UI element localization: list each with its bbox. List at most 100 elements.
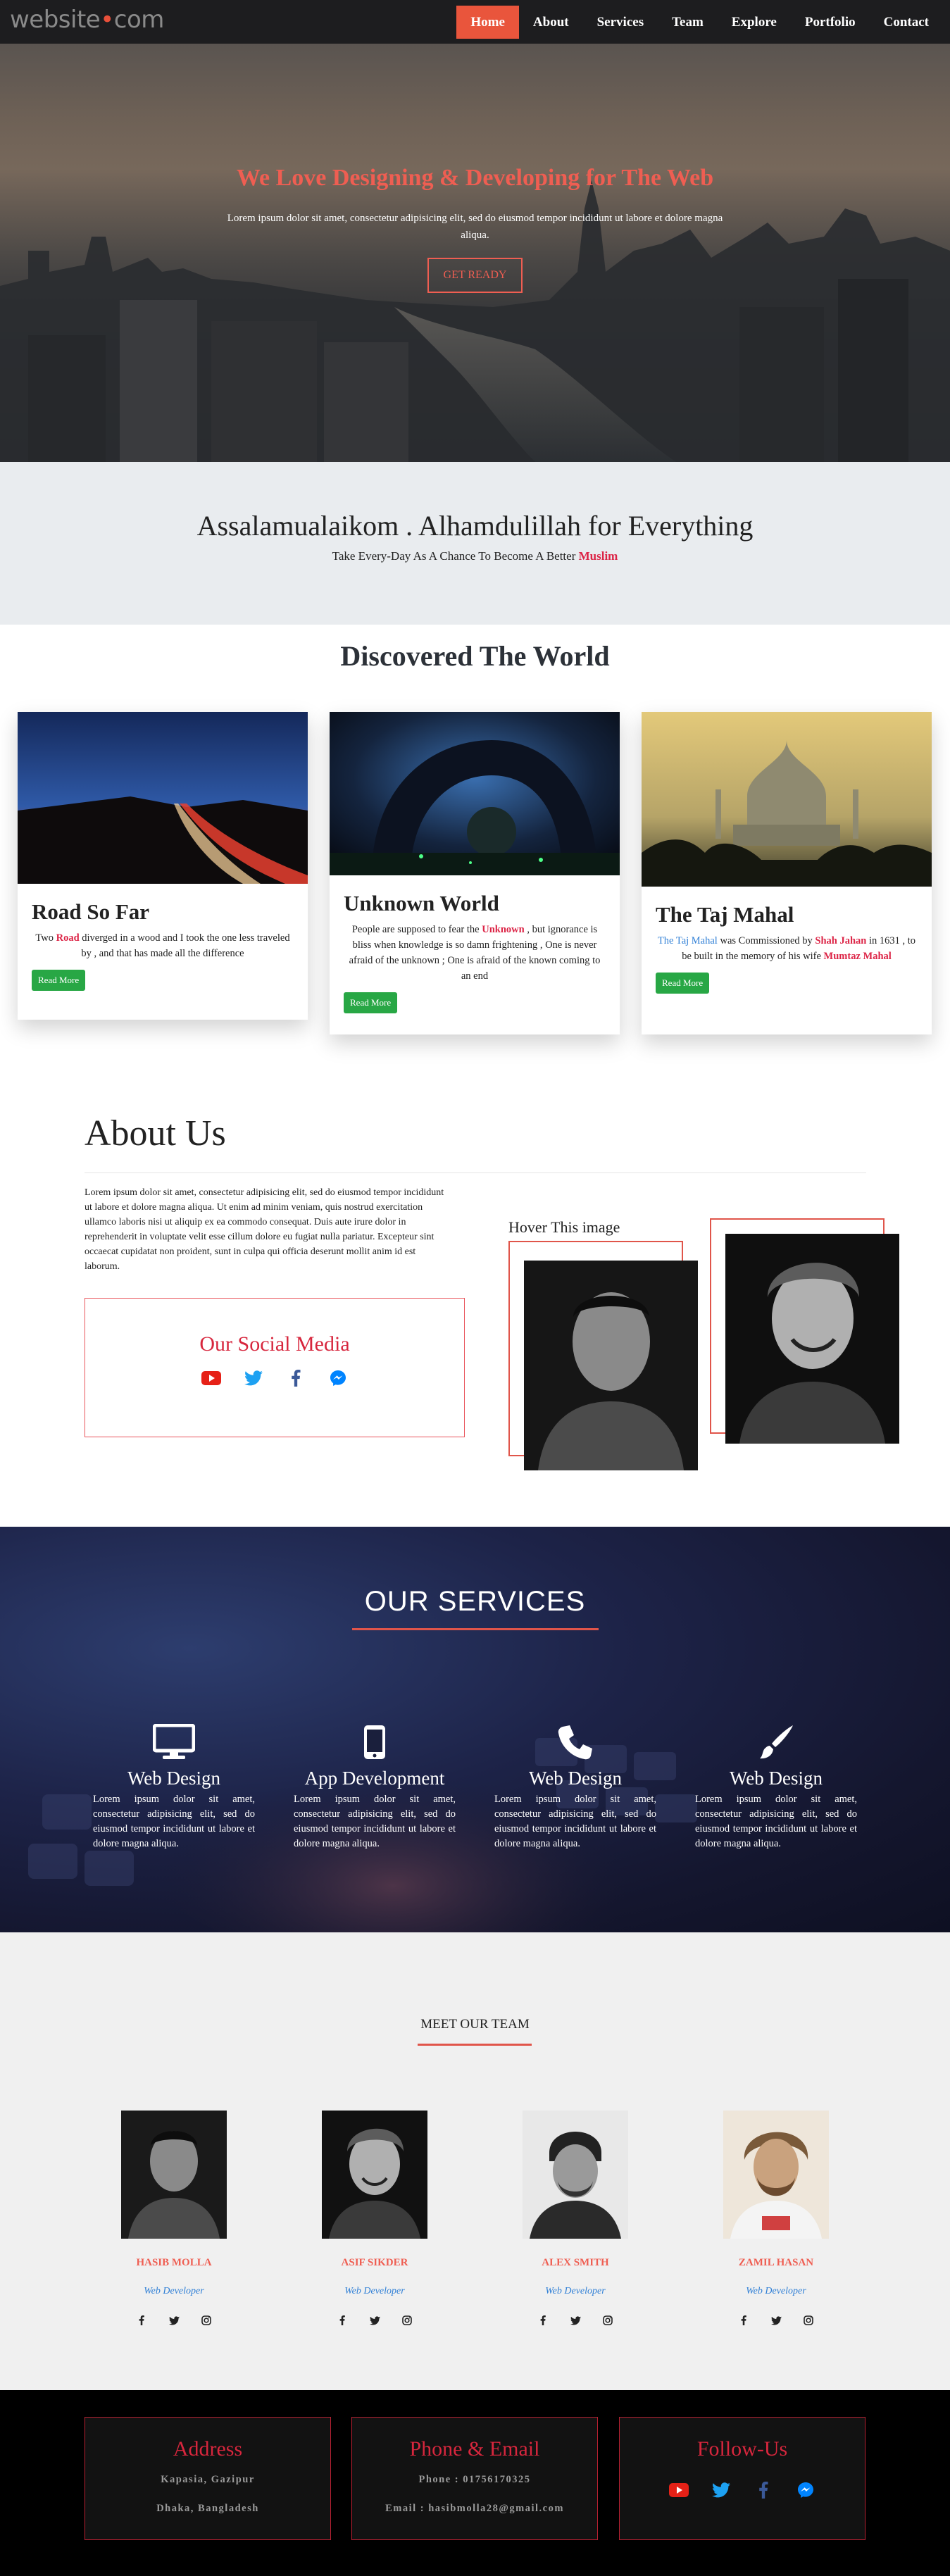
service-text: Lorem ipsum dolor sit amet, consectetur …: [494, 1794, 656, 1849]
read-more-button[interactable]: Read More: [32, 970, 86, 991]
facebook-icon[interactable]: [336, 2314, 349, 2327]
facebook-icon[interactable]: [537, 2314, 549, 2327]
member-photo: [121, 2111, 227, 2239]
facebook-icon[interactable]: [737, 2314, 750, 2327]
nav-explore[interactable]: Explore: [718, 6, 791, 39]
card-taj-text-a: was Commissioned by: [717, 935, 815, 946]
footer: Address Kapasia, Gazipur Dhaka, Banglade…: [0, 2390, 950, 2576]
address-line-2: Dhaka, Bangladesh: [156, 2503, 259, 2514]
about-text: Lorem ipsum dolor sit amet, consectetur …: [85, 1187, 444, 1272]
card-road-title: Road So Far: [32, 899, 150, 924]
member-name: HASIB MOLLA: [136, 2257, 212, 2268]
member-social-icons: [297, 2314, 452, 2327]
twitter-icon[interactable]: [569, 2314, 582, 2327]
service-title: App Development: [304, 1768, 445, 1789]
card-road-text-a: Two: [35, 932, 56, 944]
team-title: MEET OUR TEAM: [420, 2017, 530, 2032]
services-title: OUR SERVICES: [364, 1586, 586, 1617]
card-taj-title: The Taj Mahal: [656, 902, 794, 927]
twitter-icon[interactable]: [711, 2481, 732, 2499]
service-title: Web Design: [127, 1768, 221, 1789]
service-text: Lorem ipsum dolor sit amet, consectetur …: [294, 1794, 456, 1849]
social-title: Our Social Media: [199, 1332, 350, 1356]
messenger-icon[interactable]: [795, 2481, 816, 2499]
card-road-text-b: diverged in a wood and I took the one le…: [79, 932, 290, 959]
social-icons: [85, 1369, 464, 1387]
hero-section: We Love Designing & Developing for The W…: [0, 44, 950, 462]
facebook-icon[interactable]: [753, 2481, 774, 2499]
nav-home[interactable]: Home: [456, 6, 519, 39]
taj-mahal-image: [642, 712, 932, 887]
facebook-icon[interactable]: [135, 2314, 148, 2327]
follow-title: Follow-Us: [696, 2437, 788, 2461]
greeting-title: Assalamualaikom . Alhamdulillah for Ever…: [196, 510, 754, 542]
card-taj-link[interactable]: The Taj Mahal: [658, 935, 718, 946]
address-title: Address: [173, 2437, 243, 2461]
instagram-icon[interactable]: [401, 2314, 413, 2327]
greeting-subtitle: Take Every-Day As A Chance To Become A B…: [0, 549, 950, 563]
card-unknown-text: People are supposed to fear the Unknown …: [330, 922, 620, 984]
team-member: ZAMIL HASAN Web Developer: [699, 2111, 854, 2327]
hero-subtitle: Lorem ipsum dolor sit amet, consectetur …: [227, 213, 723, 241]
member-role: Web Developer: [144, 2286, 204, 2296]
phone-number[interactable]: Phone : 01756170325: [352, 2474, 597, 2486]
get-ready-button[interactable]: GET READY: [427, 258, 523, 293]
messenger-icon[interactable]: [327, 1369, 349, 1387]
twitter-icon[interactable]: [243, 1369, 264, 1387]
instagram-icon[interactable]: [601, 2314, 614, 2327]
member-social-icons: [96, 2314, 251, 2327]
greeting-section: Assalamualaikom . Alhamdulillah for Ever…: [0, 462, 950, 625]
nav-services[interactable]: Services: [583, 6, 658, 39]
member-name: ALEX SMITH: [542, 2257, 609, 2268]
twitter-icon[interactable]: [368, 2314, 381, 2327]
youtube-icon[interactable]: [668, 2481, 689, 2499]
phone-icon: [494, 1718, 656, 1761]
road-image: [18, 712, 308, 884]
desktop-icon: [93, 1718, 255, 1761]
top-navbar: website•com Home About Services Team Exp…: [0, 0, 950, 44]
nav-portfolio[interactable]: Portfolio: [791, 6, 870, 39]
member-role: Web Developer: [746, 2286, 806, 2296]
social-media-box: Our Social Media: [85, 1298, 465, 1437]
about-photo-right[interactable]: [725, 1234, 899, 1444]
address-line-1: Kapasia, Gazipur: [161, 2474, 255, 2485]
card-taj-highlight: Shah Jahan: [815, 935, 867, 946]
member-photo: [523, 2111, 628, 2239]
about-photo-left[interactable]: [524, 1261, 698, 1470]
nav-menu: Home About Services Team Explore Portfol…: [456, 6, 943, 39]
card-taj-highlight-2: Mumtaz Mahal: [823, 951, 892, 962]
email-address[interactable]: Email : hasibmolla28@gmail.com: [352, 2503, 597, 2515]
discover-title: Discovered The World: [340, 640, 610, 672]
twitter-icon[interactable]: [770, 2314, 782, 2327]
youtube-icon[interactable]: [201, 1369, 222, 1387]
member-role: Web Developer: [545, 2286, 606, 2296]
twitter-icon[interactable]: [168, 2314, 180, 2327]
instagram-icon[interactable]: [802, 2314, 815, 2327]
footer-social-icons: [620, 2481, 865, 2499]
site-logo[interactable]: website•com: [10, 6, 164, 34]
card-unknown-title: Unknown World: [344, 891, 499, 915]
greeting-subtitle-text: Take Every-Day As A Chance To Become A B…: [332, 549, 579, 563]
facebook-icon[interactable]: [285, 1369, 306, 1387]
team-section: MEET OUR TEAM HASIB MOLLA Web Developer …: [0, 1932, 950, 2390]
instagram-icon[interactable]: [200, 2314, 213, 2327]
nav-about[interactable]: About: [519, 6, 583, 39]
member-name: ZAMIL HASAN: [738, 2257, 814, 2268]
service-title: Web Design: [729, 1768, 823, 1789]
read-more-button[interactable]: Read More: [656, 973, 710, 994]
logo-main: website: [10, 6, 101, 34]
services-underline: [352, 1628, 599, 1630]
card-unknown-text-a: People are supposed to fear the: [351, 924, 482, 935]
card-taj: The Taj Mahal The Taj Mahal was Commissi…: [642, 712, 932, 1034]
contact-box: Phone & Email Phone : 01756170325 Email …: [351, 2417, 598, 2540]
services-section: OUR SERVICES Web Design Lorem ipsum dolo…: [0, 1527, 950, 1932]
card-unknown-highlight: Unknown: [482, 924, 525, 935]
logo-dot: •: [100, 6, 114, 34]
nav-contact[interactable]: Contact: [870, 6, 943, 39]
service-text: Lorem ipsum dolor sit amet, consectetur …: [93, 1794, 255, 1849]
contact-title: Phone & Email: [409, 2437, 540, 2461]
member-social-icons: [498, 2314, 653, 2327]
nav-team[interactable]: Team: [658, 6, 718, 39]
read-more-button[interactable]: Read More: [344, 992, 398, 1013]
member-photo: [723, 2111, 829, 2239]
